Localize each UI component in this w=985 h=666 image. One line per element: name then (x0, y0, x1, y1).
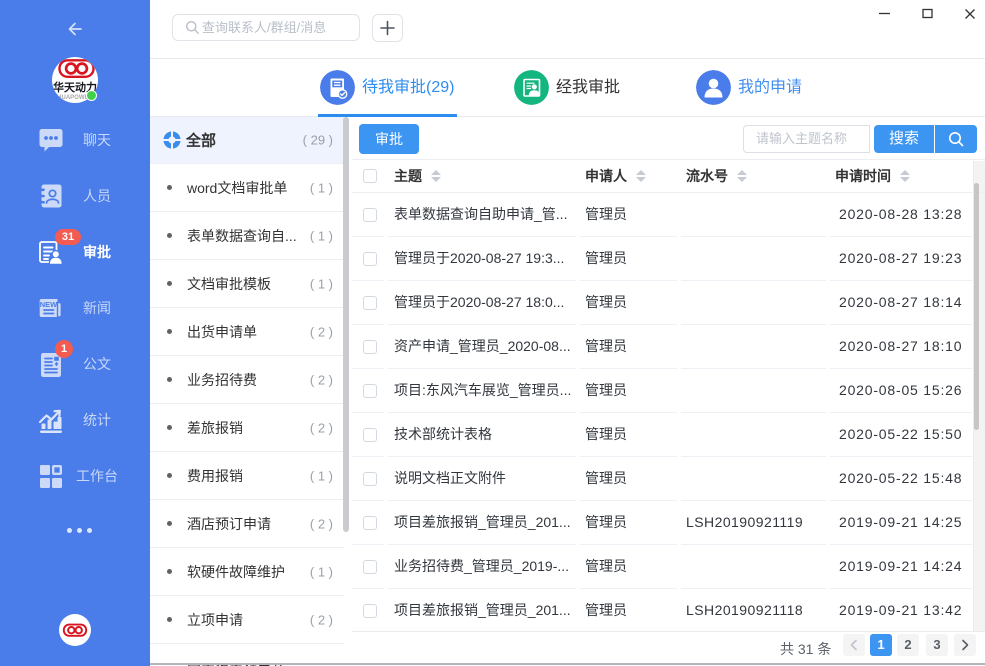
svg-text:NEW: NEW (40, 300, 58, 309)
